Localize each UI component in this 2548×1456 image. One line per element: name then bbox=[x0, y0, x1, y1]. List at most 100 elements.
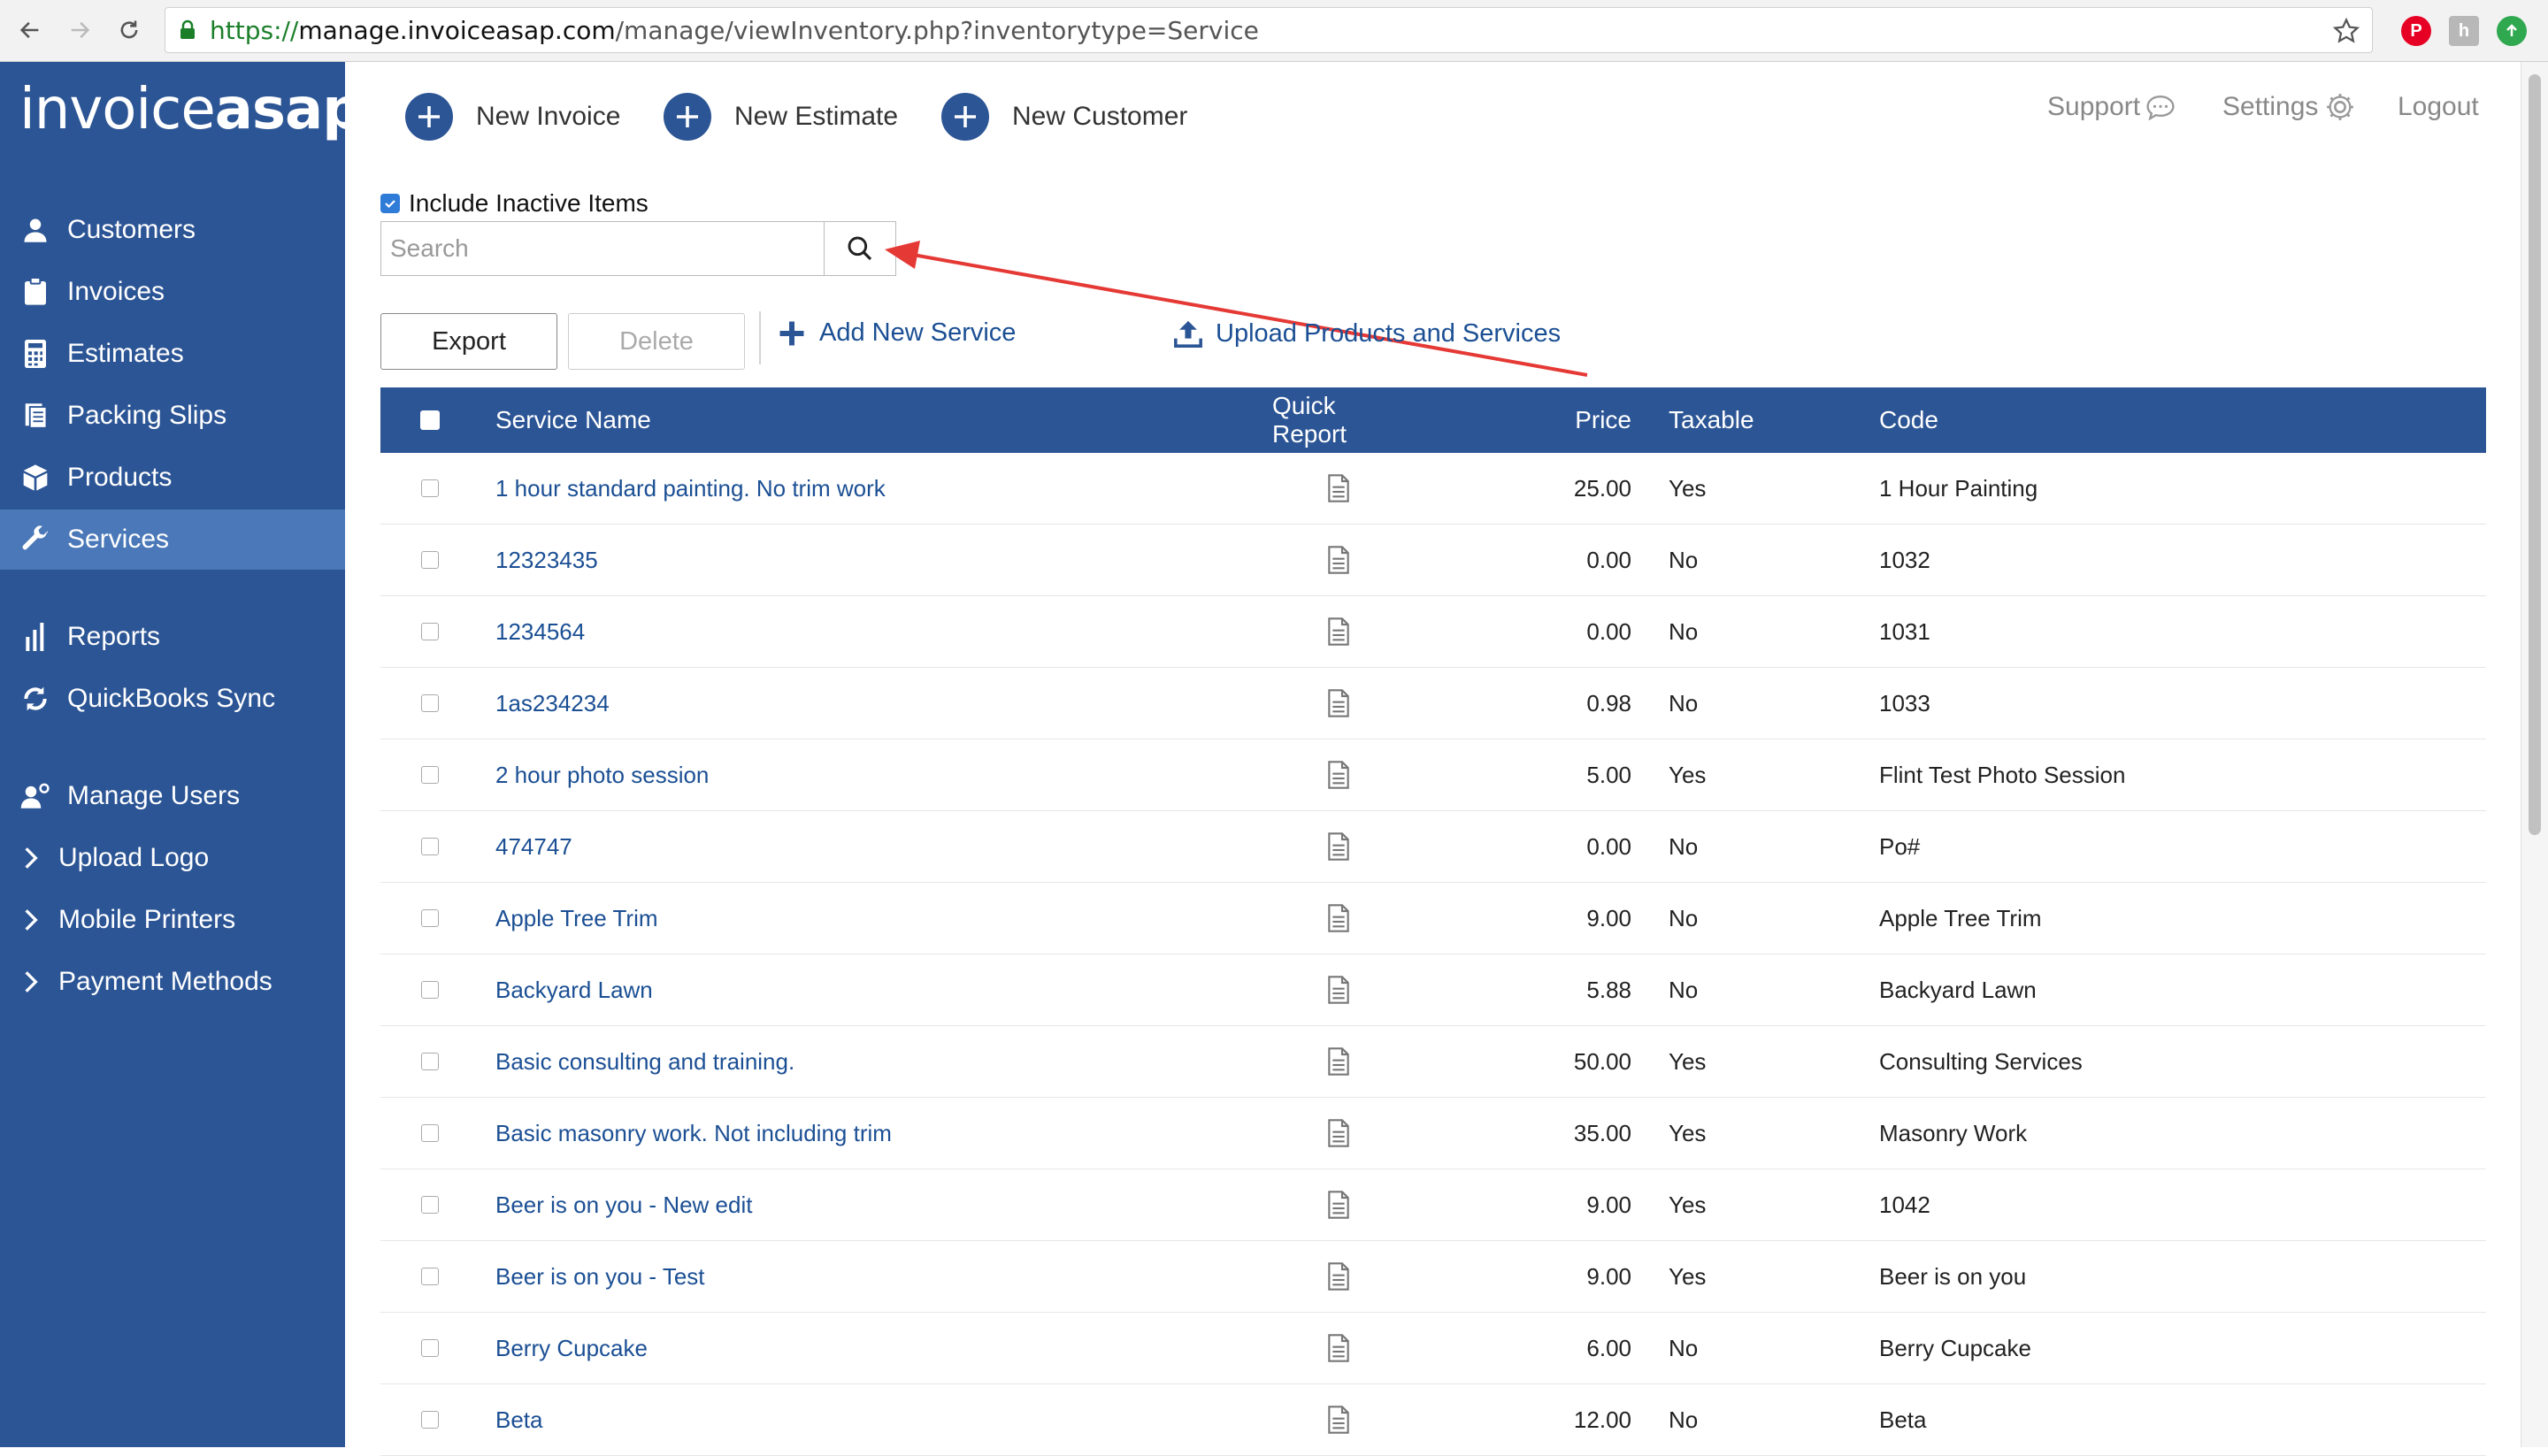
sidebar-item-estimates[interactable]: Estimates bbox=[0, 324, 345, 384]
service-name-link[interactable]: Basic masonry work. Not including trim bbox=[495, 1098, 892, 1169]
pinterest-extension-icon[interactable]: P bbox=[2401, 16, 2431, 46]
taxable-cell: No bbox=[1669, 1406, 1699, 1433]
page-scrollbar[interactable] bbox=[2521, 62, 2548, 1447]
quick-report-icon[interactable] bbox=[1272, 954, 1405, 1025]
address-bar[interactable]: https://manage.invoiceasap.com/manage/vi… bbox=[165, 7, 2373, 53]
row-checkbox[interactable] bbox=[380, 883, 480, 954]
column-header-code[interactable]: Code bbox=[1879, 387, 1938, 453]
quick-report-icon[interactable] bbox=[1272, 1241, 1405, 1312]
service-name-link[interactable]: 12323435 bbox=[495, 525, 598, 595]
quick-report-icon[interactable] bbox=[1272, 525, 1405, 595]
row-checkbox[interactable] bbox=[380, 668, 480, 739]
sidebar-item-customers[interactable]: Customers bbox=[0, 200, 345, 260]
sidebar-item-upload-logo[interactable]: Upload Logo bbox=[0, 828, 345, 888]
sidebar-item-label: Payment Methods bbox=[58, 967, 272, 996]
row-checkbox[interactable] bbox=[380, 739, 480, 810]
add-new-service-button[interactable]: Add New Service bbox=[779, 318, 1016, 348]
service-name-link[interactable]: Backyard Lawn bbox=[495, 954, 653, 1025]
quick-report-icon[interactable] bbox=[1272, 1313, 1405, 1383]
sidebar-item-services[interactable]: Services bbox=[0, 510, 345, 570]
update-extension-icon[interactable] bbox=[2497, 16, 2527, 46]
services-table: Service Name Quick Report Price Taxable … bbox=[380, 387, 2486, 1456]
upload-products-services-button[interactable]: Upload Products and Services bbox=[1173, 318, 1561, 349]
sidebar-item-label: Packing Slips bbox=[67, 401, 227, 430]
service-name-link[interactable]: Beer is on you - New edit bbox=[495, 1169, 752, 1240]
sidebar-item-manage-users[interactable]: Manage Users bbox=[0, 766, 345, 826]
row-checkbox[interactable] bbox=[380, 1098, 480, 1169]
quick-report-icon[interactable] bbox=[1272, 1384, 1405, 1455]
sidebar-item-mobile-printers[interactable]: Mobile Printers bbox=[0, 890, 345, 950]
row-checkbox[interactable] bbox=[380, 1313, 480, 1383]
new-invoice-button[interactable]: New Invoice bbox=[405, 90, 620, 143]
service-name-link[interactable]: 474747 bbox=[495, 811, 572, 882]
delete-button[interactable]: Delete bbox=[568, 313, 745, 370]
url-text: https://manage.invoiceasap.com/manage/vi… bbox=[210, 15, 1259, 45]
code-cell: Berry Cupcake bbox=[1879, 1334, 2031, 1361]
quick-report-icon[interactable] bbox=[1272, 596, 1405, 667]
sidebar-item-quickbooks-sync[interactable]: QuickBooks Sync bbox=[0, 669, 345, 729]
table-row: 12323435 0.00 No 1032 bbox=[380, 525, 2486, 596]
service-name-link[interactable]: 1 hour standard painting. No trim work bbox=[495, 453, 886, 524]
support-link[interactable]: Support bbox=[2047, 92, 2176, 122]
row-checkbox[interactable] bbox=[380, 811, 480, 882]
annotation-arrow bbox=[885, 241, 1588, 377]
quick-report-icon[interactable] bbox=[1272, 883, 1405, 954]
sidebar-item-label: Reports bbox=[67, 622, 161, 651]
sidebar-item-reports[interactable]: Reports bbox=[0, 607, 345, 667]
table-row: 1234564 0.00 No 1031 bbox=[380, 596, 2486, 668]
row-checkbox[interactable] bbox=[380, 1026, 480, 1097]
taxable-cell: No bbox=[1669, 1334, 1699, 1361]
sidebar-item-label: Services bbox=[67, 525, 170, 554]
row-checkbox[interactable] bbox=[380, 1241, 480, 1312]
quick-report-icon[interactable] bbox=[1272, 1098, 1405, 1169]
quick-report-icon[interactable] bbox=[1272, 1169, 1405, 1240]
service-name-link[interactable]: Beer is on you - Test bbox=[495, 1241, 705, 1312]
sidebar-item-products[interactable]: Products bbox=[0, 448, 345, 508]
bar-chart-icon bbox=[18, 619, 53, 655]
quick-report-icon[interactable] bbox=[1272, 453, 1405, 524]
row-checkbox[interactable] bbox=[380, 596, 480, 667]
quick-report-icon[interactable] bbox=[1272, 811, 1405, 882]
include-inactive-checkbox[interactable]: Include Inactive Items bbox=[380, 189, 649, 218]
service-name-link[interactable]: Beta bbox=[495, 1384, 543, 1455]
scrollbar-thumb[interactable] bbox=[2529, 74, 2541, 835]
sidebar-item-invoices[interactable]: Invoices bbox=[0, 262, 345, 322]
bookmark-star-icon[interactable] bbox=[2333, 18, 2360, 44]
row-checkbox[interactable] bbox=[380, 1169, 480, 1240]
export-button[interactable]: Export bbox=[380, 313, 557, 370]
new-estimate-button[interactable]: New Estimate bbox=[664, 90, 898, 143]
service-name-link[interactable]: 1234564 bbox=[495, 596, 585, 667]
taxable-cell: Yes bbox=[1669, 1191, 1707, 1218]
forward-icon[interactable] bbox=[62, 12, 97, 48]
reload-icon[interactable] bbox=[111, 12, 147, 48]
row-checkbox[interactable] bbox=[380, 453, 480, 524]
quick-report-icon[interactable] bbox=[1272, 739, 1405, 810]
search-input[interactable] bbox=[380, 221, 825, 276]
quick-report-icon[interactable] bbox=[1272, 1026, 1405, 1097]
column-header-service-name[interactable]: Service Name bbox=[495, 387, 651, 453]
column-header-taxable[interactable]: Taxable bbox=[1669, 387, 1754, 453]
clipboard-icon bbox=[18, 274, 53, 310]
service-name-link[interactable]: Apple Tree Trim bbox=[495, 883, 658, 954]
row-checkbox[interactable] bbox=[380, 954, 480, 1025]
back-icon[interactable] bbox=[12, 12, 48, 48]
service-name-link[interactable]: 2 hour photo session bbox=[495, 739, 709, 810]
row-checkbox[interactable] bbox=[380, 1384, 480, 1455]
extension-icon[interactable]: h bbox=[2449, 16, 2479, 46]
select-all-checkbox[interactable] bbox=[380, 387, 480, 453]
service-name-link[interactable]: Berry Cupcake bbox=[495, 1313, 648, 1383]
sidebar-item-payment-methods[interactable]: Payment Methods bbox=[0, 952, 345, 1012]
logout-link[interactable]: Logout bbox=[2398, 92, 2479, 122]
chevron-right-icon bbox=[18, 846, 44, 870]
column-header-price[interactable]: Price bbox=[1548, 387, 1631, 453]
calculator-icon bbox=[18, 336, 53, 372]
sidebar-item-packing-slips[interactable]: Packing Slips bbox=[0, 386, 345, 446]
table-row: 474747 0.00 No Po# bbox=[380, 811, 2486, 883]
quick-report-icon[interactable] bbox=[1272, 668, 1405, 739]
new-customer-button[interactable]: New Customer bbox=[941, 90, 1187, 143]
row-checkbox[interactable] bbox=[380, 525, 480, 595]
service-name-link[interactable]: Basic consulting and training. bbox=[495, 1026, 794, 1097]
settings-link[interactable]: Settings bbox=[2222, 92, 2355, 122]
app-logo[interactable]: invoiceasap bbox=[19, 81, 363, 138]
service-name-link[interactable]: 1as234234 bbox=[495, 668, 610, 739]
